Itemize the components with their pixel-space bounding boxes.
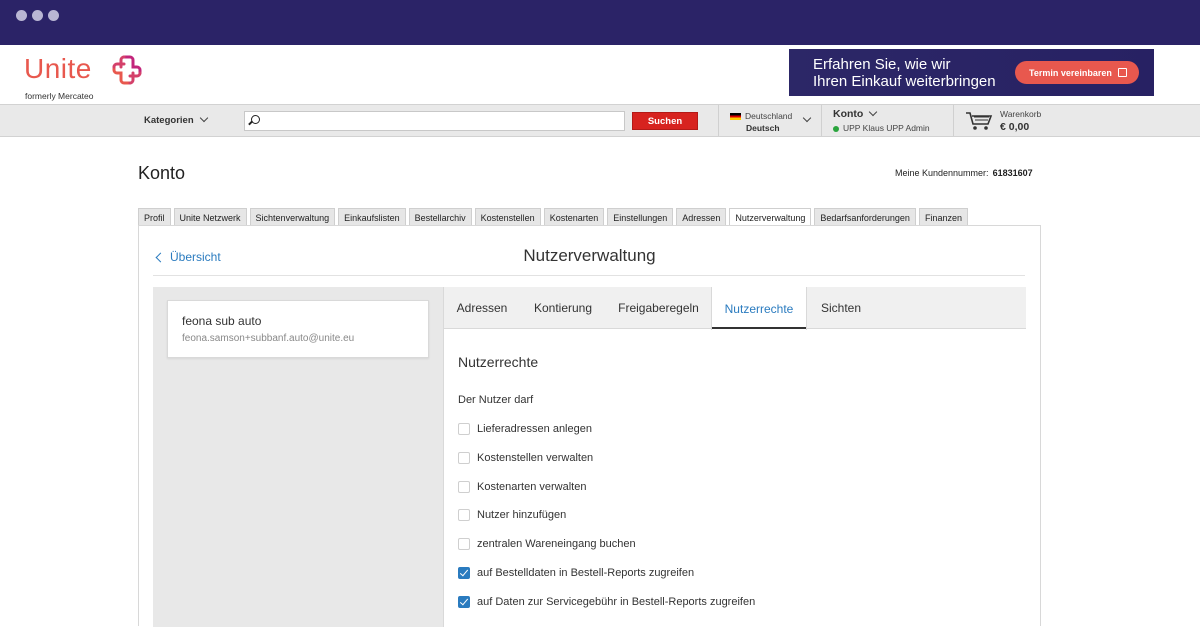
tab-sichtenverwaltung[interactable]: Sichtenverwaltung (249, 208, 336, 226)
user-email: feona.samson+subbanf.auto@unite.eu (182, 333, 355, 344)
permission-checkbox[interactable] (458, 538, 470, 550)
cart-label[interactable]: Warenkorb (1000, 109, 1041, 119)
tab-einstellungen[interactable]: Einstellungen (607, 208, 674, 226)
user-settings-tabs: Adressen Kontierung Freigaberegeln Nutze… (444, 287, 1026, 330)
permission-item[interactable]: Nutzer hinzufügen (458, 508, 566, 522)
section-title: Nutzerrechte (458, 354, 539, 370)
permission-item[interactable]: Lieferadressen anlegen (458, 422, 592, 436)
tab-kostenstellen[interactable]: Kostenstellen (474, 208, 541, 226)
account-menu[interactable]: Konto (833, 107, 878, 120)
account-label: Konto (833, 108, 864, 120)
search-input[interactable] (267, 114, 617, 128)
chevron-down-icon[interactable] (802, 113, 812, 123)
permission-label: Kostenstellen verwalten (477, 452, 594, 464)
permissions-intro: Der Nutzer darf (458, 394, 534, 406)
permission-item[interactable]: Kostenstellen verwalten (458, 451, 593, 465)
account-tabs: Profil Unite Netzwerk Sichtenverwaltung … (138, 208, 971, 227)
customer-number-value: 61831607 (992, 168, 1033, 178)
categories-label: Kategorien (144, 115, 194, 126)
search-button[interactable]: Suchen (632, 112, 698, 130)
user-card[interactable]: feona sub auto feona.samson+subbanf.auto… (167, 300, 429, 358)
account-user-name: UPP Klaus UPP Admin (843, 123, 930, 133)
divider (953, 105, 954, 136)
divider (153, 275, 1025, 276)
permission-checkbox[interactable] (458, 481, 470, 493)
banner-text-line1: Erfahren Sie, wie wir (813, 56, 951, 73)
window-titlebar (0, 0, 1200, 45)
search-icon (251, 115, 260, 124)
categories-dropdown[interactable]: Kategorien (144, 113, 208, 126)
tab-einkaufslisten[interactable]: Einkaufslisten (338, 208, 406, 226)
divider (718, 105, 719, 136)
cart-value[interactable]: € 0,00 (1000, 121, 1029, 133)
tab-finanzen[interactable]: Finanzen (918, 208, 968, 226)
permission-checkbox[interactable] (458, 596, 470, 608)
page-title: Konto (138, 163, 186, 183)
language-selector[interactable]: Deutschland Deutsch (730, 110, 792, 134)
window-dot-icon[interactable] (32, 10, 43, 21)
country-label: Deutschland (745, 111, 793, 121)
customer-number: Meine Kundennummer: 61831607 (895, 168, 1033, 178)
subtab-sichten[interactable]: Sichten (807, 287, 875, 329)
window-dot-icon[interactable] (16, 10, 27, 21)
account-user: UPP Klaus UPP Admin (833, 123, 930, 133)
banner-button-label: Termin vereinbaren (1029, 67, 1112, 78)
window-dot-icon[interactable] (48, 10, 59, 21)
permission-checkbox[interactable] (458, 567, 470, 579)
permission-label: auf Daten zur Servicegebühr in Bestell-R… (477, 596, 756, 608)
subtab-nutzerrechte[interactable]: Nutzerrechte (711, 287, 807, 330)
customer-number-label: Meine Kundennummer: (895, 168, 989, 178)
divider (821, 105, 822, 136)
site-header: Unite formerly Mercateo Erfahren Sie, wi… (0, 45, 1200, 105)
user-name: feona sub auto (182, 314, 262, 328)
permission-label: Nutzer hinzufügen (477, 509, 567, 521)
permission-label: zentralen Wareneingang buchen (477, 538, 636, 550)
tab-profil[interactable]: Profil (138, 208, 171, 226)
schedule-appointment-button[interactable]: Termin vereinbaren (1015, 61, 1139, 84)
external-link-icon (1117, 68, 1127, 77)
permission-checkbox[interactable] (458, 452, 470, 464)
logo-subtitle: formerly Mercateo (25, 91, 94, 101)
panel-title: Nutzerverwaltung (523, 246, 656, 265)
permission-item[interactable]: auf Daten zur Servicegebühr in Bestell-R… (458, 595, 755, 609)
permission-label: auf Bestelldaten in Bestell-Reports zugr… (477, 567, 695, 579)
subtab-adressen[interactable]: Adressen (444, 287, 520, 329)
cart-icon[interactable] (965, 111, 995, 131)
subtab-kontierung[interactable]: Kontierung (520, 287, 606, 329)
tab-bedarfsanforderungen[interactable]: Bedarfsanforderungen (814, 208, 916, 226)
banner-text-line2: Ihren Einkauf weiterbringen (813, 73, 996, 90)
user-detail-area: feona sub auto feona.samson+subbanf.auto… (153, 287, 1026, 627)
promo-banner[interactable]: Erfahren Sie, wie wir Ihren Einkauf weit… (789, 49, 1154, 96)
permission-item[interactable]: Kostenarten verwalten (458, 480, 586, 494)
logo-text: Unite (24, 53, 92, 84)
chevron-down-icon (199, 113, 208, 123)
german-flag-icon (730, 113, 741, 121)
permission-label: Lieferadressen anlegen (477, 423, 592, 435)
permission-label: Kostenarten verwalten (477, 481, 587, 493)
tab-adressen[interactable]: Adressen (676, 208, 727, 226)
tab-bestellarchiv[interactable]: Bestellarchiv (408, 208, 472, 226)
permission-checkbox[interactable] (458, 423, 470, 435)
logo-mark-icon (112, 55, 142, 85)
permission-item[interactable]: zentralen Wareneingang buchen (458, 537, 636, 551)
permission-item[interactable]: auf Bestelldaten in Bestell-Reports zugr… (458, 566, 694, 580)
main-navbar: Kategorien Suchen Deutschland Deutsch Ko… (0, 104, 1200, 137)
user-management-panel: Übersicht Nutzerverwaltung feona sub aut… (138, 225, 1041, 627)
search-box (244, 111, 625, 131)
chevron-down-icon (869, 107, 878, 117)
online-status-icon (833, 125, 839, 132)
tab-unite-netzwerk[interactable]: Unite Netzwerk (173, 208, 247, 226)
language-label: Deutsch (746, 123, 780, 133)
tab-kostenarten[interactable]: Kostenarten (543, 208, 605, 226)
permission-checkbox[interactable] (458, 509, 470, 521)
subtab-freigaberegeln[interactable]: Freigaberegeln (606, 287, 711, 329)
user-settings: Adressen Kontierung Freigaberegeln Nutze… (443, 287, 1026, 627)
